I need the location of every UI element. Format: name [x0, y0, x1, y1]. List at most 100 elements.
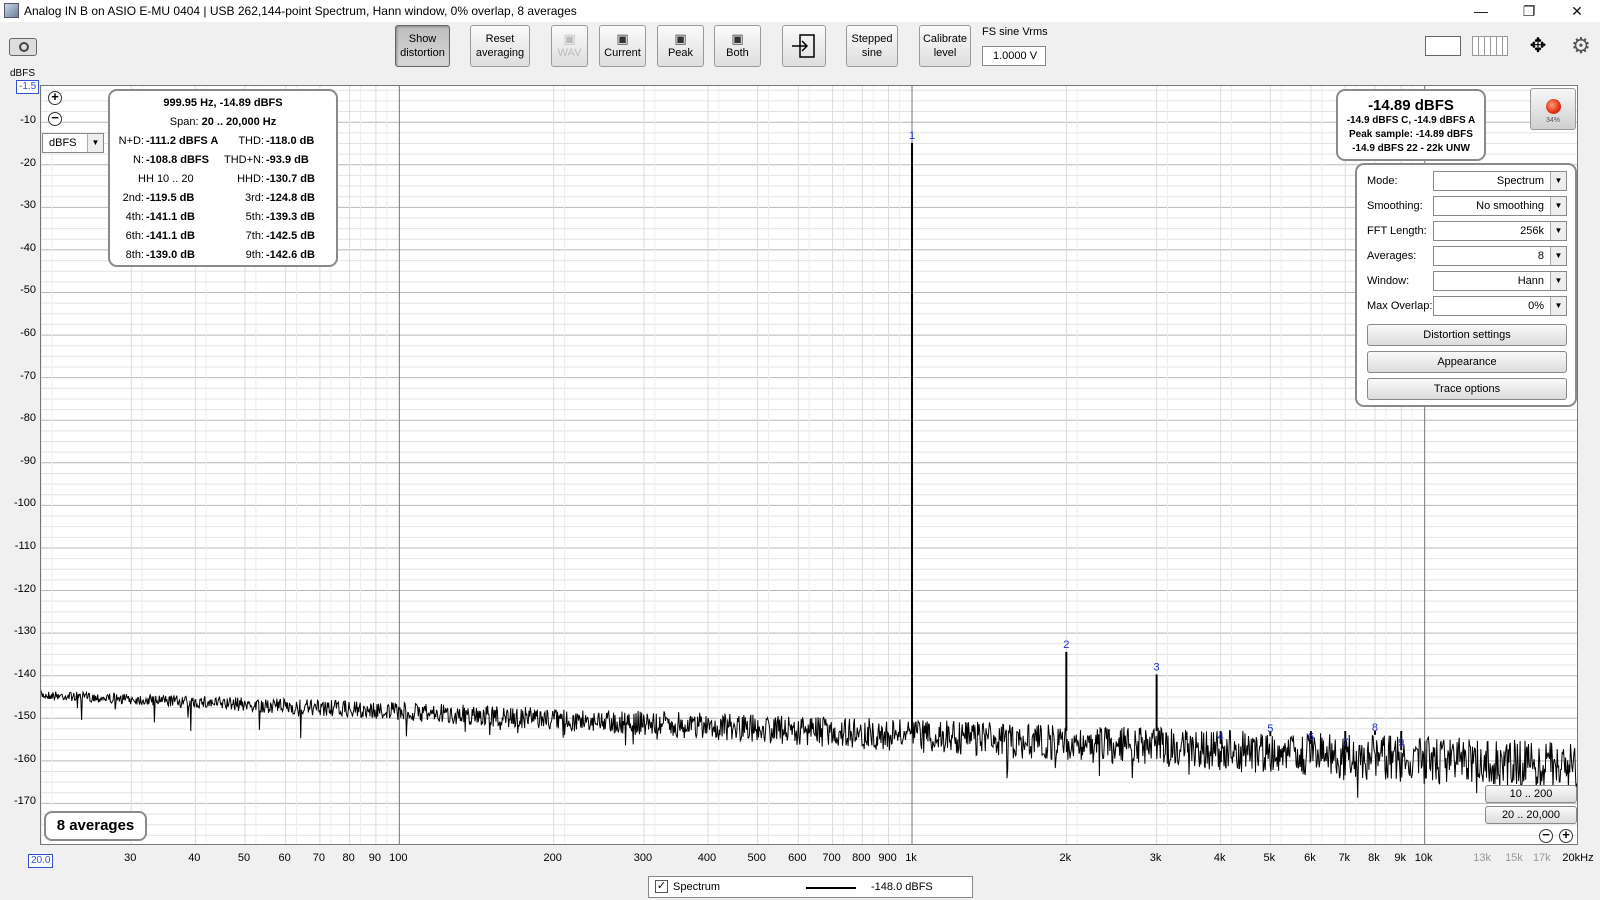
close-button[interactable]: ✕	[1554, 0, 1600, 22]
save-icon: ▣	[563, 31, 576, 46]
control-select[interactable]: No smoothing ▼	[1433, 196, 1567, 216]
wav-button[interactable]: ▣ WAV	[551, 25, 588, 67]
harmonic-label: 8	[1372, 722, 1378, 734]
record-button[interactable]: 34%	[1530, 88, 1576, 130]
spectrum-checkbox[interactable]: ✓	[655, 880, 668, 893]
distortion-label: 7th:	[245, 230, 264, 242]
import-button[interactable]	[782, 25, 826, 67]
x-tick-label: 1k	[905, 852, 917, 864]
unit-select[interactable]: dBFS ▼	[42, 133, 104, 153]
control-select-value: No smoothing	[1476, 200, 1544, 212]
expand-arrows-icon[interactable]: ✥	[1520, 33, 1556, 59]
save-peak-button[interactable]: ▣ Peak	[657, 25, 704, 67]
distortion-span: Span: 20 .. 20,000 Hz	[169, 116, 277, 128]
restore-button[interactable]: ❐	[1506, 0, 1552, 22]
distortion-panel: 999.95 Hz, -14.89 dBFS Span: 20 .. 20,00…	[108, 89, 338, 267]
harmonic-label: 3	[1154, 661, 1160, 673]
x-tick-label: 17k	[1532, 852, 1551, 864]
distortion-label: THD:	[238, 135, 264, 147]
reset-averaging-button[interactable]: Reset averaging	[470, 25, 530, 67]
save-current-button[interactable]: ▣ Current	[599, 25, 646, 67]
chevron-down-icon: ▼	[1550, 297, 1566, 315]
control-select[interactable]: 0% ▼	[1433, 296, 1567, 316]
x-axis-left-edge[interactable]: 20.0	[28, 854, 54, 868]
camera-icon[interactable]	[9, 38, 37, 56]
control-label: Averages:	[1367, 250, 1417, 262]
save-icon: ▣	[616, 31, 629, 46]
y-tick-label: -50	[20, 284, 36, 297]
legend: ✓ Spectrum -148.0 dBFS	[648, 876, 973, 898]
y-axis-top-edge[interactable]: -1.5	[16, 80, 40, 94]
record-icon	[1546, 99, 1561, 114]
calibrate-level-button[interactable]: Calibrate level	[919, 25, 971, 67]
distortion-label: 6th:	[125, 230, 144, 242]
distortion-value: -118.0 dB	[266, 135, 315, 147]
zoom-in-icon[interactable]: +	[48, 90, 62, 105]
y-tick-label: -90	[20, 454, 36, 467]
trace-options-button[interactable]: Trace options	[1367, 378, 1567, 400]
gear-icon[interactable]: ⚙	[1568, 33, 1594, 59]
appearance-button[interactable]: Appearance	[1367, 351, 1567, 373]
harmonic-label: 9	[1398, 737, 1404, 749]
control-select-value: 0%	[1528, 300, 1544, 312]
x-tick-label: 15k	[1505, 852, 1523, 864]
x-tick-label: 40	[188, 852, 201, 864]
distortion-label: 5th:	[245, 211, 264, 223]
x-tick-label: 700	[822, 852, 841, 864]
x-tick-label: 300	[633, 852, 653, 864]
zoom-out-icon[interactable]: −	[48, 111, 62, 126]
panel-layout-icon[interactable]	[1425, 36, 1461, 56]
minimize-button[interactable]: —	[1458, 0, 1504, 22]
stepped-sine-button[interactable]: Stepped sine	[846, 25, 898, 67]
x-tick-label: 400	[697, 852, 717, 864]
harmonic-label: 6	[1308, 731, 1314, 743]
control-select[interactable]: 256k ▼	[1433, 221, 1567, 241]
y-tick-label: -130	[13, 625, 36, 638]
distortion-label: N+D:	[118, 135, 144, 147]
x-zoom-out-icon[interactable]: −	[1539, 828, 1553, 843]
distortion-settings-button[interactable]: Distortion settings	[1367, 324, 1567, 346]
distortion-header: 999.95 Hz, -14.89 dBFS	[163, 97, 283, 109]
distortion-label: 2nd:	[122, 192, 144, 204]
app-icon	[4, 3, 19, 18]
show-distortion-button[interactable]: Show distortion	[395, 25, 450, 67]
control-select[interactable]: 8 ▼	[1433, 246, 1567, 266]
distortion-value: -139.3 dB	[266, 211, 315, 223]
x-tick-label: 80	[342, 852, 355, 864]
fs-sine-input[interactable]: 1.0000 V	[982, 46, 1046, 66]
toolbar: Show distortion Reset averaging ▣ WAV ▣ …	[0, 22, 1600, 82]
y-tick-label: -170	[13, 795, 36, 808]
control-select[interactable]: Hann ▼	[1433, 271, 1567, 291]
control-select-value: Spectrum	[1496, 175, 1544, 187]
harmonic-label: 7	[1342, 737, 1348, 749]
x-tick-label: 50	[237, 852, 251, 864]
harmonic-label: 1	[909, 130, 915, 142]
chevron-down-icon: ▼	[1550, 247, 1566, 265]
window-title: Analog IN B on ASIO E-MU 0404 | USB 262,…	[24, 4, 577, 18]
x-tick-label: 60	[278, 852, 291, 864]
control-select[interactable]: Spectrum ▼	[1433, 171, 1567, 191]
control-panel: Mode: Spectrum ▼ Smoothing: No smoothing ▼ FFT…	[1355, 163, 1577, 407]
span-20-20000-button[interactable]: 20 .. 20,000	[1485, 806, 1577, 824]
columns-icon[interactable]	[1472, 36, 1508, 56]
x-tick-label: 13k	[1473, 852, 1491, 864]
level-main: -14.89 dBFS	[1368, 97, 1454, 114]
y-tick-label: -110	[14, 539, 36, 552]
y-tick-label: -120	[13, 582, 36, 595]
control-label: Smoothing:	[1367, 200, 1423, 212]
span-10-200-button[interactable]: 10 .. 200	[1485, 785, 1577, 803]
distortion-label: HHD:	[237, 173, 264, 185]
legend-line-swatch	[806, 887, 856, 889]
x-tick-label: 7k	[1338, 852, 1351, 864]
y-tick-label: -140	[13, 667, 36, 680]
control-label: Max Overlap:	[1367, 300, 1433, 312]
distortion-label: 8th:	[125, 249, 144, 261]
save-both-button[interactable]: ▣ Both	[714, 25, 761, 67]
x-zoom-in-icon[interactable]: +	[1559, 828, 1573, 843]
level-unweighted: -14.9 dBFS 22 - 22k UNW	[1352, 143, 1470, 154]
x-tick-label: 100	[389, 852, 408, 864]
x-tick-label: 4k	[1213, 852, 1226, 864]
y-tick-label: -10	[20, 114, 36, 127]
level-panel: -14.89 dBFS -14.9 dBFS C, -14.9 dBFS A P…	[1336, 89, 1486, 161]
y-axis-unit: dBFS	[10, 68, 36, 79]
